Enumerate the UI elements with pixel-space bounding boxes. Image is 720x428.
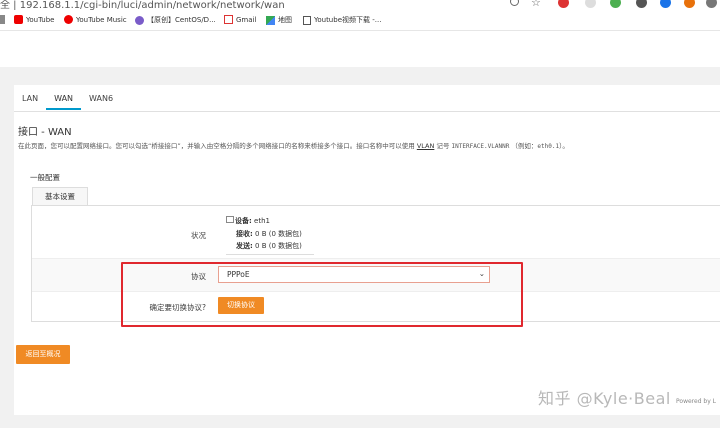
extension-blue-icon[interactable] xyxy=(660,0,671,8)
page-title: 接口 - WAN xyxy=(18,127,72,138)
tab-basic-settings[interactable]: 基本设置 xyxy=(32,187,88,206)
header-band xyxy=(0,31,720,68)
browser-address-bar[interactable]: 全 | 192.168.1.1/cgi-bin/luci/admin/netwo… xyxy=(0,0,720,10)
tab-wan[interactable]: WAN xyxy=(46,90,82,110)
extension-gray-icon[interactable] xyxy=(585,0,596,8)
footer-powered-by: Powered by L xyxy=(676,398,717,405)
ethernet-port-icon xyxy=(226,216,234,223)
bookmark-youtube-music[interactable]: YouTube Music xyxy=(64,15,127,24)
bookmark-youtube[interactable]: YouTube xyxy=(14,15,54,24)
bookmark-maps[interactable]: 地图 xyxy=(266,15,292,25)
section-title: 一般配置 xyxy=(30,173,60,182)
status-label: 状况 xyxy=(191,231,206,240)
tab-divider xyxy=(14,111,720,112)
centos-bookmark-icon xyxy=(135,15,144,25)
youtube-icon xyxy=(14,15,23,24)
extension-dark-icon[interactable] xyxy=(636,0,647,8)
bookmark-youtube-download[interactable]: Youtube视频下载 -... xyxy=(303,15,381,25)
extension-red-icon[interactable] xyxy=(558,0,569,8)
interface-tabs: LAN WAN WAN6 xyxy=(14,90,121,110)
search-icon[interactable] xyxy=(510,0,519,6)
youtube-music-icon xyxy=(64,15,73,24)
gmail-icon xyxy=(224,15,233,24)
profile-icon[interactable] xyxy=(706,0,717,8)
star-icon[interactable]: ☆ xyxy=(531,0,542,9)
page-description: 在此页面，您可以配置网络接口。您可以勾选“桥接接口”，并输入由空格分隔的多个网络… xyxy=(18,142,569,150)
vlan-link[interactable]: VLAN xyxy=(417,142,435,150)
extension-green-icon[interactable] xyxy=(610,0,621,8)
watermark: 知乎 @Kyle·Beal xyxy=(538,389,671,408)
url-text[interactable]: 全 | 192.168.1.1/cgi-bin/luci/admin/netwo… xyxy=(0,0,285,10)
tab-wan6[interactable]: WAN6 xyxy=(81,90,121,110)
status-box: 设备: eth1 接收: 0 B (0 数据包) 发送: 0 B (0 数据包) xyxy=(226,214,314,255)
apps-icon xyxy=(0,15,5,24)
highlight-box xyxy=(121,262,523,327)
bookmark-centos[interactable]: 【原创】CentOS/D... xyxy=(135,15,216,25)
bookmark-apps[interactable] xyxy=(0,15,8,24)
extension-orange-icon[interactable] xyxy=(684,0,695,8)
back-to-overview-button[interactable]: 返回至概况 xyxy=(16,345,70,364)
page-icon xyxy=(303,15,311,25)
tab-lan[interactable]: LAN xyxy=(14,90,46,110)
maps-icon xyxy=(266,15,275,25)
bookmarks-bar: YouTube YouTube Music 【原创】CentOS/D... Gm… xyxy=(0,10,720,31)
bookmark-gmail[interactable]: Gmail xyxy=(224,15,256,24)
